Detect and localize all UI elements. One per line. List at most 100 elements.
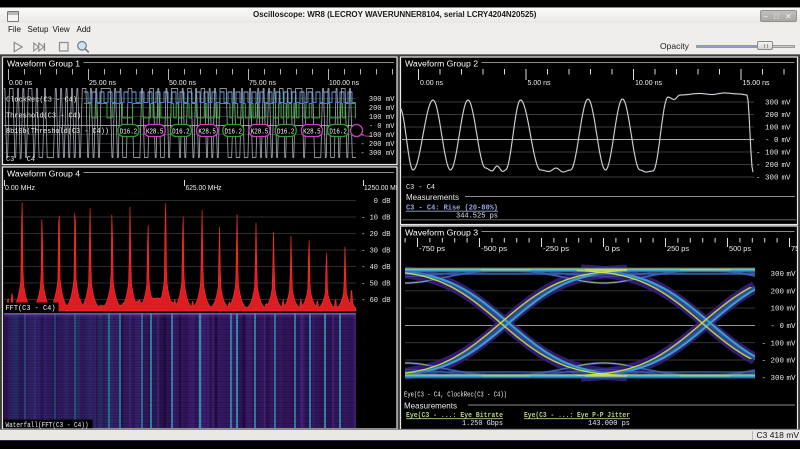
svg-text:Threshold(C3 - C4): Threshold(C3 - C4) [6,113,81,121]
svg-text:143.000 ps: 143.000 ps [588,420,630,428]
svg-text:300: 300 [369,96,382,104]
svg-text:dB: dB [382,198,390,206]
svg-text:mV: mV [782,150,792,158]
svg-text:D16.2: D16.2 [120,128,138,136]
svg-text:0.00 ns: 0.00 ns [9,80,32,87]
svg-text:Eye(C3 - ...: Eye Bitrate: Eye(C3 - ...: Eye Bitrate [406,412,503,420]
svg-text:- 10: - 10 [361,215,378,223]
svg-text:Waveform Group 2: Waveform Group 2 [405,58,478,68]
svg-text:mV: mV [782,137,792,145]
svg-text:625.00 MHz: 625.00 MHz [186,185,222,192]
svg-text:dB: dB [382,231,390,239]
svg-text:mV: mV [386,105,395,113]
svg-text:0.00 ns: 0.00 ns [420,80,443,87]
svg-text:344.525 ps: 344.525 ps [456,213,498,221]
svg-text:100: 100 [765,125,779,133]
svg-text:mV: mV [787,271,797,279]
svg-text:300: 300 [765,100,779,108]
svg-text:Waveform Group 3: Waveform Group 3 [405,227,478,237]
svg-text:mV: mV [782,175,792,183]
svg-text:1.250 Gbps: 1.250 Gbps [462,420,503,428]
svg-text:- 200: - 200 [761,358,784,366]
svg-text:K28.5: K28.5 [303,128,321,136]
svg-text:- 200: - 200 [360,141,381,149]
svg-text:dB: dB [382,248,390,256]
svg-text:FFT(C3 - C4): FFT(C3 - C4) [6,305,56,313]
svg-text:- 60: - 60 [361,297,378,305]
svg-text:- 50: - 50 [361,281,378,289]
svg-text:-750 ps: -750 ps [419,246,446,253]
svg-text:-250 ps: -250 ps [543,246,570,253]
svg-text:200: 200 [765,112,779,120]
svg-text:dB: dB [382,297,390,305]
svg-text:- 300: - 300 [756,175,779,183]
svg-text:Measurements: Measurements [406,192,459,202]
svg-text:- 40: - 40 [361,264,378,272]
svg-text:Eye(C3 - ...: Eye P-P Jitter: Eye(C3 - ...: Eye P-P Jitter [524,412,630,420]
svg-text:100.00 ns: 100.00 ns [329,80,359,87]
svg-text:mV: mV [787,323,797,331]
svg-text:5.00 ns: 5.00 ns [528,80,551,87]
svg-text:300: 300 [770,271,784,279]
svg-text:D16.2: D16.2 [172,128,190,136]
svg-text:- 0: - 0 [369,123,382,131]
svg-text:- 30: - 30 [361,248,378,256]
svg-text:C3 - C4: C3 - C4 [6,156,35,164]
svg-text:-500 ps: -500 ps [481,246,508,253]
svg-text:8b10b(Threshold(C3 - C4)): 8b10b(Threshold(C3 - C4)) [6,128,109,136]
svg-text:mV: mV [386,96,395,104]
svg-text:200: 200 [770,288,784,296]
svg-text:mV: mV [787,358,797,366]
svg-text:ClockRec(C3 - C4): ClockRec(C3 - C4) [6,97,77,105]
svg-text:dB: dB [382,264,390,272]
svg-text:- 100: - 100 [756,150,779,158]
svg-text:Measurements: Measurements [404,401,457,411]
svg-text:mV: mV [386,141,395,149]
svg-text:750 ps: 750 ps [791,246,800,253]
svg-text:10.00 ns: 10.00 ns [635,80,662,87]
svg-text:dB: dB [382,281,390,289]
svg-text:K28.5: K28.5 [251,128,269,136]
svg-text:D16.2: D16.2 [225,128,243,136]
svg-text:- 0: - 0 [770,323,784,331]
svg-text:mV: mV [782,112,792,120]
svg-text:mV: mV [386,132,395,140]
svg-text:mV: mV [782,162,792,170]
svg-text:mV: mV [386,114,395,122]
svg-text:500 ps: 500 ps [729,246,752,253]
svg-text:- 0: - 0 [765,137,779,145]
svg-text:- 100: - 100 [360,132,381,140]
svg-text:1250.00 MHz: 1250.00 MHz [364,185,404,192]
svg-text:- 200: - 200 [756,162,779,170]
svg-text:mV: mV [787,375,797,383]
svg-text:mV: mV [782,125,792,133]
svg-text:100: 100 [369,114,382,122]
svg-text:K28.5: K28.5 [146,128,164,136]
svg-text:mV: mV [787,340,797,348]
svg-text:0.00 MHz: 0.00 MHz [5,185,35,192]
svg-text:- 20: - 20 [361,231,378,239]
svg-text:75.00 ns: 75.00 ns [249,80,276,87]
svg-text:mV: mV [386,150,395,158]
svg-text:mV: mV [787,288,797,296]
svg-text:dB: dB [382,215,390,223]
svg-text:D16.2: D16.2 [277,128,295,136]
svg-text:50.00 ns: 50.00 ns [169,80,196,87]
svg-text:0 ps: 0 ps [605,246,621,253]
svg-text:250 ps: 250 ps [667,246,690,253]
svg-text:C3 - C4: C3 - C4 [406,184,435,192]
svg-text:- 100: - 100 [761,340,784,348]
svg-text:200: 200 [369,105,382,113]
svg-text:mV: mV [386,123,395,131]
svg-text:Waveform Group 4: Waveform Group 4 [7,168,80,178]
svg-text:K28.5: K28.5 [198,128,216,136]
svg-text:C3 - C4: Rise (20-80%): C3 - C4: Rise (20-80%) [406,205,498,213]
svg-text:Eye(C3 - C4, ClockRec(C3 - C4): Eye(C3 - C4, ClockRec(C3 - C4)) [404,392,507,400]
svg-text:0: 0 [374,198,378,206]
svg-text:- 300: - 300 [761,375,784,383]
svg-text:25.00 ns: 25.00 ns [89,80,116,87]
svg-text:100: 100 [770,306,784,314]
svg-text:mV: mV [782,100,792,108]
svg-text:- 300: - 300 [360,150,381,158]
svg-text:Waveform Group 1: Waveform Group 1 [7,58,80,68]
